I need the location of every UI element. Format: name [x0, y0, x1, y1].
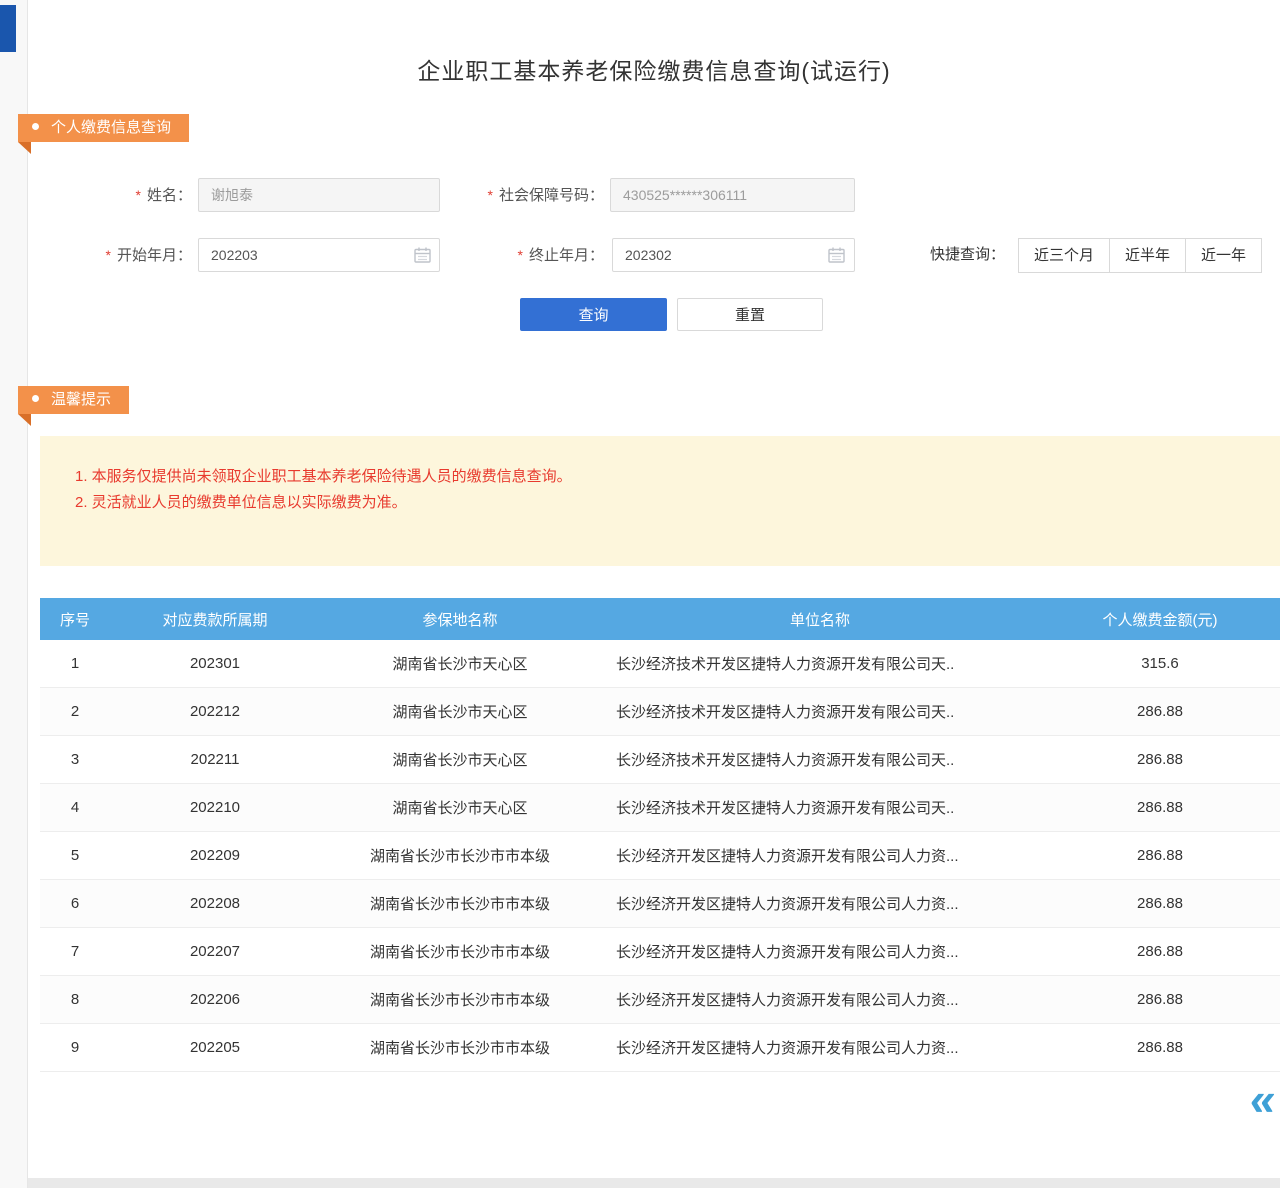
sidebar-fragment	[0, 5, 16, 52]
cell-company: 长沙经济开发区捷特人力资源开发有限公司人力资...	[600, 1037, 1040, 1058]
cell-company: 长沙经济开发区捷特人力资源开发有限公司人力资...	[600, 989, 1040, 1010]
table-header-row: 序号 对应费款所属期 参保地名称 单位名称 个人缴费金额(元)	[40, 598, 1280, 640]
left-gutter	[0, 0, 28, 1188]
cell-period: 202212	[110, 703, 320, 720]
ssn-input[interactable]	[610, 178, 855, 212]
cell-amount: 286.88	[1040, 847, 1280, 864]
table-row: 2202212湖南省长沙市天心区长沙经济技术开发区捷特人力资源开发有限公司天..…	[40, 688, 1280, 736]
table-row: 1202301湖南省长沙市天心区长沙经济技术开发区捷特人力资源开发有限公司天..…	[40, 640, 1280, 688]
cell-amount: 286.88	[1040, 991, 1280, 1008]
cell-area: 湖南省长沙市长沙市市本级	[320, 845, 600, 866]
cell-area: 湖南省长沙市天心区	[320, 701, 600, 722]
quick-btn-oneyear[interactable]: 近一年	[1185, 238, 1262, 273]
cell-amount: 286.88	[1040, 751, 1280, 768]
cell-seq: 5	[40, 847, 110, 864]
cell-period: 202210	[110, 799, 320, 816]
table-row: 7202207湖南省长沙市长沙市市本级长沙经济开发区捷特人力资源开发有限公司人力…	[40, 928, 1280, 976]
table-row: 8202206湖南省长沙市长沙市市本级长沙经济开发区捷特人力资源开发有限公司人力…	[40, 976, 1280, 1024]
notice-line-2: 2. 灵活就业人员的缴费单位信息以实际缴费为准。	[75, 490, 1260, 516]
table-row: 9202205湖南省长沙市长沙市市本级长沙经济开发区捷特人力资源开发有限公司人力…	[40, 1024, 1280, 1072]
cell-period: 202206	[110, 991, 320, 1008]
cell-seq: 6	[40, 895, 110, 912]
required-asterisk: *	[136, 187, 141, 203]
cell-company: 长沙经济开发区捷特人力资源开发有限公司人力资...	[600, 893, 1040, 914]
start-month-input[interactable]	[198, 238, 440, 272]
cell-seq: 7	[40, 943, 110, 960]
quick-btn-3months[interactable]: 近三个月	[1018, 238, 1110, 273]
cell-amount: 286.88	[1040, 1039, 1280, 1056]
section-ribbon-query-label: 个人缴费信息查询	[51, 119, 171, 136]
cell-company: 长沙经济技术开发区捷特人力资源开发有限公司天..	[600, 701, 1040, 722]
bottom-strip	[28, 1178, 1280, 1188]
table-row: 3202211湖南省长沙市天心区长沙经济技术开发区捷特人力资源开发有限公司天..…	[40, 736, 1280, 784]
cell-period: 202211	[110, 751, 320, 768]
cell-amount: 286.88	[1040, 703, 1280, 720]
cell-amount: 315.6	[1040, 655, 1280, 672]
header-period: 对应费款所属期	[110, 609, 320, 630]
payment-table: 序号 对应费款所属期 参保地名称 单位名称 个人缴费金额(元) 1202301湖…	[40, 598, 1280, 1072]
start-month-label: *开始年月：	[60, 238, 192, 272]
cell-seq: 1	[40, 655, 110, 672]
notice-line-1: 1. 本服务仅提供尚未领取企业职工基本养老保险待遇人员的缴费信息查询。	[75, 464, 1260, 490]
table-row: 6202208湖南省长沙市长沙市市本级长沙经济开发区捷特人力资源开发有限公司人力…	[40, 880, 1280, 928]
section-ribbon-tips: 温馨提示	[18, 386, 129, 414]
cell-seq: 3	[40, 751, 110, 768]
cell-area: 湖南省长沙市天心区	[320, 797, 600, 818]
cell-seq: 9	[40, 1039, 110, 1056]
cell-period: 202301	[110, 655, 320, 672]
cell-period: 202208	[110, 895, 320, 912]
cell-period: 202207	[110, 943, 320, 960]
pension-query-page: 企业职工基本养老保险缴费信息查询(试运行) 个人缴费信息查询 *姓名： *社会保…	[0, 0, 1280, 1188]
ssn-label: *社会保障号码：	[440, 178, 604, 212]
table-row: 5202209湖南省长沙市长沙市市本级长沙经济开发区捷特人力资源开发有限公司人力…	[40, 832, 1280, 880]
cell-seq: 2	[40, 703, 110, 720]
required-asterisk: *	[106, 247, 111, 263]
quick-query-label: 快捷查询：	[930, 238, 1005, 272]
name-label: *姓名：	[60, 178, 192, 212]
cell-company: 长沙经济开发区捷特人力资源开发有限公司人力资...	[600, 845, 1040, 866]
cell-area: 湖南省长沙市长沙市市本级	[320, 941, 600, 962]
cell-seq: 8	[40, 991, 110, 1008]
cell-company: 长沙经济技术开发区捷特人力资源开发有限公司天..	[600, 653, 1040, 674]
header-area: 参保地名称	[320, 609, 600, 630]
quick-query-group: 近三个月 近半年 近一年	[1018, 238, 1262, 273]
cell-area: 湖南省长沙市长沙市市本级	[320, 989, 600, 1010]
table-body: 1202301湖南省长沙市天心区长沙经济技术开发区捷特人力资源开发有限公司天..…	[40, 640, 1280, 1072]
header-seq: 序号	[40, 609, 110, 630]
cell-amount: 286.88	[1040, 943, 1280, 960]
cell-company: 长沙经济技术开发区捷特人力资源开发有限公司天..	[600, 749, 1040, 770]
header-amount: 个人缴费金额(元)	[1040, 609, 1280, 630]
name-input[interactable]	[198, 178, 440, 212]
cell-period: 202205	[110, 1039, 320, 1056]
end-month-label: *终止年月：	[440, 238, 604, 272]
page-title: 企业职工基本养老保险缴费信息查询(试运行)	[28, 52, 1280, 86]
cell-period: 202209	[110, 847, 320, 864]
reset-button[interactable]: 重置	[677, 298, 823, 331]
bullet-dot-icon	[32, 395, 39, 402]
cell-area: 湖南省长沙市天心区	[320, 653, 600, 674]
quick-btn-halfyear[interactable]: 近半年	[1109, 238, 1186, 273]
notice-box: 1. 本服务仅提供尚未领取企业职工基本养老保险待遇人员的缴费信息查询。 2. 灵…	[40, 436, 1280, 566]
collapse-chevron-icon[interactable]: «	[1247, 1072, 1278, 1126]
section-ribbon-query: 个人缴费信息查询	[18, 114, 189, 142]
cell-amount: 286.88	[1040, 895, 1280, 912]
required-asterisk: *	[518, 247, 523, 263]
cell-company: 长沙经济开发区捷特人力资源开发有限公司人力资...	[600, 941, 1040, 962]
section-ribbon-tips-label: 温馨提示	[51, 391, 111, 408]
table-row: 4202210湖南省长沙市天心区长沙经济技术开发区捷特人力资源开发有限公司天..…	[40, 784, 1280, 832]
search-button[interactable]: 查询	[520, 298, 667, 331]
cell-company: 长沙经济技术开发区捷特人力资源开发有限公司天..	[600, 797, 1040, 818]
cell-amount: 286.88	[1040, 799, 1280, 816]
cell-seq: 4	[40, 799, 110, 816]
end-month-input[interactable]	[612, 238, 855, 272]
bullet-dot-icon	[32, 123, 39, 130]
cell-area: 湖南省长沙市天心区	[320, 749, 600, 770]
cell-area: 湖南省长沙市长沙市市本级	[320, 1037, 600, 1058]
cell-area: 湖南省长沙市长沙市市本级	[320, 893, 600, 914]
header-company: 单位名称	[600, 609, 1040, 630]
required-asterisk: *	[488, 187, 493, 203]
